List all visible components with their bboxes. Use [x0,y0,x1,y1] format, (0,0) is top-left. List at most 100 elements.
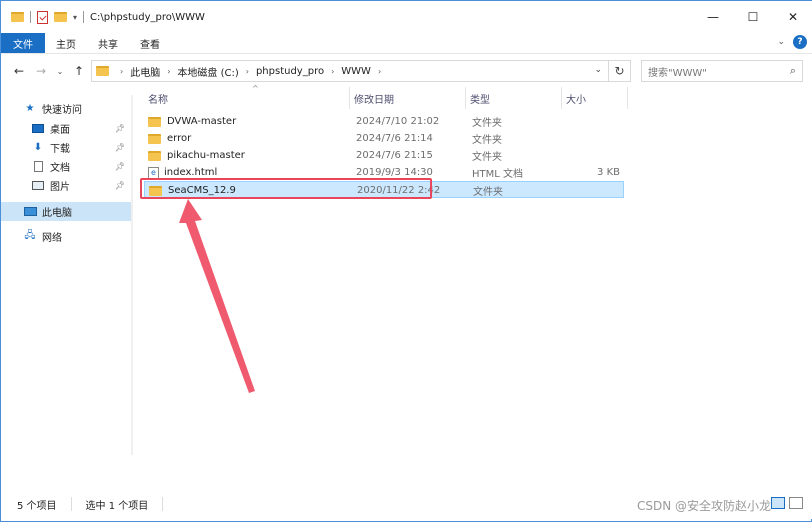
file-row[interactable]: e index.html 2019/9/3 14:30 HTML 文档 3 KB [144,164,624,181]
help-icon[interactable]: ? [793,35,807,49]
explorer-window: ▾ C:\phpstudy_pro\WWW — ☐ ✕ 文件 主页 共享 查看 … [0,0,812,522]
details-view-button[interactable] [771,497,785,509]
separator [30,11,31,23]
file-row-selected[interactable]: SeaCMS_12.9 2020/11/22 2:42 文件夹 [144,181,624,198]
new-folder-icon[interactable] [54,12,67,22]
folder-icon [149,185,162,196]
large-icons-view-button[interactable] [789,497,803,509]
search-icon[interactable]: ⌕ [790,64,796,78]
address-history-dropdown[interactable]: ⌄ [594,65,602,75]
computer-icon [23,206,37,218]
sidebar-item-label: 下载 [50,144,70,155]
chevron-right-icon[interactable]: › [167,67,170,76]
file-size: 3 KB [597,167,620,178]
sidebar-item-downloads[interactable]: ⬇ 下载 📌︎ [1,138,131,157]
column-headers: 名称 ^ 修改日期 类型 大小 [136,84,628,109]
file-name: SeaCMS_12.9 [168,185,236,196]
forward-button[interactable]: → [31,62,51,80]
pin-icon: 📌︎ [114,124,125,133]
breadcrumb-www[interactable]: WWW [341,66,371,77]
window-controls: — ☐ ✕ [693,1,812,33]
chevron-right-icon[interactable]: › [331,67,334,76]
sidebar-item-documents[interactable]: 文档 📌︎ [1,157,131,176]
chevron-right-icon[interactable]: › [378,67,381,76]
file-list: 名称 ^ 修改日期 类型 大小 DVWA-master 2024/7/10 21… [136,84,812,489]
star-icon: ★ [25,103,35,114]
file-type: HTML 文档 [472,169,524,180]
breadcrumb-local-disk[interactable]: 本地磁盘 (C:) [177,64,238,79]
file-size [569,182,621,199]
selected-count: 选中 1 个项目 [85,500,149,512]
chevron-right-icon[interactable]: › [120,67,123,76]
ribbon-right-controls: ⌄ ? [777,35,807,49]
navigation-scrollbar[interactable] [131,95,133,455]
search-box[interactable]: 搜索"WWW" ⌕ [641,60,803,82]
customize-toolbar-dropdown[interactable]: ▾ [73,13,77,22]
file-name: index.html [164,167,218,178]
file-size [568,113,620,130]
tab-file[interactable]: 文件 [1,33,45,53]
sidebar-item-label: 图片 [50,182,70,193]
file-type: 文件夹 [472,118,502,129]
recent-locations-dropdown[interactable]: ⌄ [53,62,67,80]
refresh-button[interactable]: ↻ [609,60,631,82]
pin-icon: 📌︎ [114,143,125,152]
column-header-name[interactable]: 名称 ^ [144,84,350,109]
maximize-button[interactable]: ☐ [733,1,773,33]
search-placeholder: 搜索"WWW" [648,67,707,79]
pictures-icon [31,180,45,192]
file-row[interactable]: error 2024/7/6 21:14 文件夹 [144,130,624,147]
window-title: C:\phpstudy_pro\WWW [90,11,205,23]
sidebar-item-label: 此电脑 [42,208,72,219]
watermark: CSDN @安全攻防赵小龙 [636,499,771,513]
html-file-icon: e [148,166,159,179]
file-type: 文件夹 [473,187,503,198]
separator [70,497,72,511]
ribbon-tabs: 文件 主页 共享 查看 ⌄ ? [1,33,812,53]
tab-home[interactable]: 主页 [45,33,87,53]
file-row[interactable]: pikachu-master 2024/7/6 21:15 文件夹 [144,147,624,164]
network-icon: 🖧︎ [24,230,36,241]
column-header-size[interactable]: 大小 [562,87,628,109]
file-date: 2024/7/10 21:02 [356,116,440,127]
folder-icon [96,66,109,76]
close-button[interactable]: ✕ [773,1,812,33]
sidebar-item-label: 桌面 [50,125,70,136]
separator [162,497,164,511]
column-header-label: 名称 [148,94,168,106]
file-name: DVWA-master [167,116,237,127]
address-bar[interactable]: › 此电脑 › 本地磁盘 (C:) › phpstudy_pro › WWW ›… [91,60,609,82]
tab-share[interactable]: 共享 [87,33,129,53]
file-size [568,130,620,147]
properties-icon[interactable] [37,10,48,24]
file-date: 2024/7/6 21:14 [356,133,433,144]
sort-ascending-icon: ^ [252,84,259,93]
pin-icon: 📌︎ [114,162,125,171]
folder-icon [148,133,161,144]
item-count: 5 个项目 [17,500,57,512]
quick-access-toolbar: ▾ [1,1,85,33]
breadcrumb-phpstudy[interactable]: phpstudy_pro [256,66,324,77]
minimize-button[interactable]: — [693,1,733,33]
sidebar-item-network[interactable]: 🖧︎ 网络 [1,227,131,246]
up-button[interactable]: ↑ [69,62,89,80]
address-row: ← → ⌄ ↑ › 此电脑 › 本地磁盘 (C:) › phpstudy_pro… [1,53,812,87]
chevron-right-icon[interactable]: › [246,67,249,76]
column-header-date[interactable]: 修改日期 [350,87,466,109]
sidebar-item-pictures[interactable]: 图片 📌︎ [1,176,131,195]
download-icon: ⬇ [33,142,43,153]
sidebar-item-quick-access[interactable]: ★ 快速访问 [1,99,131,118]
column-header-type[interactable]: 类型 [466,87,562,109]
breadcrumb-this-pc[interactable]: 此电脑 [130,64,160,79]
sidebar-item-desktop[interactable]: 桌面 📌︎ [1,119,131,138]
expand-ribbon-chevron-icon[interactable]: ⌄ [777,37,785,47]
sidebar-item-this-pc[interactable]: 此电脑 [1,202,131,221]
pin-icon: 📌︎ [114,181,125,190]
back-button[interactable]: ← [9,62,29,80]
folder-icon [148,150,161,161]
file-date: 2024/7/6 21:15 [356,150,433,161]
file-date: 2019/9/3 14:30 [356,167,433,178]
file-row[interactable]: DVWA-master 2024/7/10 21:02 文件夹 [144,113,624,130]
sidebar-item-label: 快速访问 [42,105,82,116]
tab-view[interactable]: 查看 [129,33,171,53]
